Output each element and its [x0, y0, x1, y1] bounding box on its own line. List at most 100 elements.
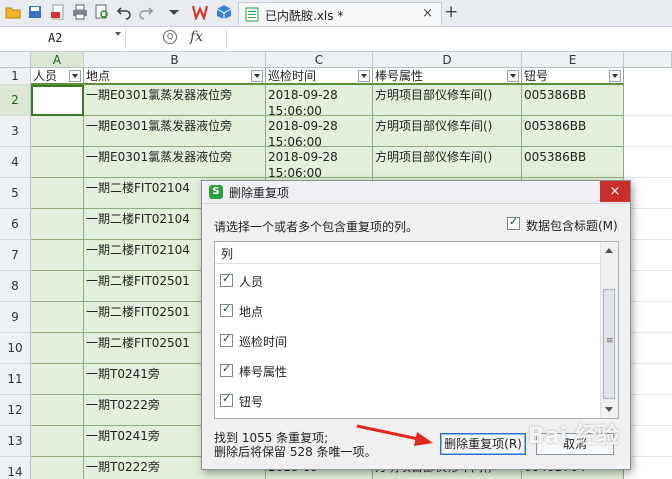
table-cell[interactable]: 2018-09-28 15:06:00 [266, 85, 373, 116]
row-header-6[interactable]: 6 [0, 209, 31, 240]
print-icon[interactable] [72, 4, 88, 20]
table-cell[interactable]: 方明项目部仪修车间() [373, 116, 522, 147]
column-header-a[interactable]: A [31, 52, 84, 68]
row-header-2[interactable]: 2 [0, 85, 31, 116]
table-cell[interactable] [624, 364, 672, 395]
column-header-e[interactable]: E [522, 52, 624, 68]
table-cell[interactable] [624, 395, 672, 426]
checkbox-checked-icon[interactable] [507, 215, 520, 230]
filter-dropdown-icon[interactable] [507, 70, 519, 82]
name-box[interactable]: A2 [0, 28, 126, 49]
table-cell[interactable] [31, 271, 84, 302]
dialog-close-icon[interactable]: × [600, 181, 630, 202]
checkbox-checked-icon[interactable] [220, 332, 233, 347]
zoom-icon[interactable]: Q [163, 30, 177, 44]
table-cell[interactable] [31, 364, 84, 395]
table-cell[interactable] [31, 333, 84, 364]
table-cell[interactable] [31, 85, 84, 116]
table-cell[interactable] [624, 457, 672, 479]
column-list-scrollbar[interactable] [600, 242, 618, 418]
new-tab-button[interactable]: + [444, 2, 458, 22]
table-cell[interactable] [31, 116, 84, 147]
table-cell[interactable]: 005386BB [522, 85, 624, 116]
table-cell[interactable]: 方明项目部仪修车间() [373, 85, 522, 116]
column-header-c[interactable]: C [266, 52, 373, 68]
fx-icon[interactable]: fx [190, 29, 203, 45]
table-cell[interactable] [31, 426, 84, 457]
header-cell[interactable]: 巡检时间 [266, 68, 373, 85]
table-cell[interactable] [31, 395, 84, 426]
row-header-9[interactable]: 9 [0, 302, 31, 333]
column-header-f[interactable] [624, 52, 672, 68]
checkbox-checked-icon[interactable] [220, 272, 233, 287]
table-cell[interactable] [624, 178, 672, 209]
column-header-d[interactable]: D [373, 52, 522, 68]
header-cell[interactable]: 棒号属性 [373, 68, 522, 85]
table-cell[interactable] [31, 209, 84, 240]
header-cell[interactable]: 钮号 [522, 68, 624, 85]
row-header-5[interactable]: 5 [0, 178, 31, 209]
table-cell[interactable] [624, 302, 672, 333]
table-cell[interactable]: 005386BB [522, 147, 624, 178]
filter-dropdown-icon[interactable] [251, 70, 263, 82]
table-cell[interactable] [624, 271, 672, 302]
table-cell[interactable]: 一期E0301氯蒸发器液位旁 [84, 85, 266, 116]
table-cell[interactable]: 005386BB [522, 116, 624, 147]
redo-icon[interactable] [138, 4, 154, 20]
row-header-11[interactable]: 11 [0, 364, 31, 395]
select-all-corner[interactable] [0, 52, 31, 68]
checkbox-checked-icon[interactable] [220, 302, 233, 317]
row-header-8[interactable]: 8 [0, 271, 31, 302]
table-cell[interactable]: 2018-09-28 15:06:00 [266, 147, 373, 178]
table-cell[interactable]: 一期E0301氯蒸发器液位旁 [84, 116, 266, 147]
table-cell[interactable] [31, 457, 84, 479]
column-option-location[interactable]: 地点 [220, 301, 590, 321]
filter-dropdown-icon[interactable] [69, 70, 81, 82]
column-option-stick-attribute[interactable]: 棒号属性 [220, 361, 590, 381]
scroll-up-icon[interactable] [605, 248, 613, 253]
export-pdf-icon[interactable] [50, 4, 66, 20]
chevron-down-icon[interactable] [115, 32, 121, 36]
header-cell[interactable]: 人员 [31, 68, 84, 85]
table-cell[interactable]: 一期E0301氯蒸发器液位旁 [84, 147, 266, 178]
table-cell[interactable] [31, 240, 84, 271]
row-header-1[interactable]: 1 [0, 68, 31, 85]
tab-workbook[interactable]: 已内酰胺.xls * × [238, 2, 442, 26]
table-cell[interactable] [624, 426, 672, 457]
table-cell[interactable]: 2018-09-28 15:06:00 [266, 116, 373, 147]
table-cell[interactable] [31, 147, 84, 178]
table-cell[interactable] [624, 240, 672, 271]
undo-icon[interactable] [116, 4, 132, 20]
table-cell[interactable] [624, 147, 672, 178]
filter-dropdown-icon[interactable] [609, 70, 621, 82]
open-folder-icon[interactable] [5, 4, 21, 20]
row-header-14[interactable]: 14 [0, 457, 31, 479]
table-cell[interactable] [624, 209, 672, 240]
checkbox-checked-icon[interactable] [220, 392, 233, 407]
row-header-7[interactable]: 7 [0, 240, 31, 271]
print-preview-icon[interactable] [94, 4, 110, 20]
save-icon[interactable] [27, 4, 43, 20]
table-cell[interactable] [624, 333, 672, 364]
table-cell[interactable]: 方明项目部仪修车间() [373, 147, 522, 178]
checkbox-checked-icon[interactable] [220, 362, 233, 377]
table-cell[interactable] [31, 302, 84, 333]
column-header-b[interactable]: B [84, 52, 266, 68]
row-header-3[interactable]: 3 [0, 116, 31, 147]
close-tab-icon[interactable]: × [422, 6, 433, 21]
column-option-inspection-time[interactable]: 巡检时间 [220, 331, 590, 351]
scrollbar-thumb[interactable] [603, 289, 615, 399]
cube-icon[interactable] [216, 4, 232, 20]
table-cell[interactable] [624, 116, 672, 147]
more-icon[interactable] [166, 4, 182, 20]
wps-logo-icon[interactable] [192, 4, 208, 20]
row-header-4[interactable]: 4 [0, 147, 31, 178]
filter-dropdown-icon[interactable] [358, 70, 370, 82]
row-header-13[interactable]: 13 [0, 426, 31, 457]
table-cell[interactable] [31, 178, 84, 209]
table-cell[interactable] [624, 85, 672, 116]
column-option-personnel[interactable]: 人员 [220, 271, 590, 291]
row-header-12[interactable]: 12 [0, 395, 31, 426]
delete-duplicates-button[interactable]: 删除重复项(R) [440, 433, 526, 455]
header-cell[interactable]: 地点 [84, 68, 266, 85]
